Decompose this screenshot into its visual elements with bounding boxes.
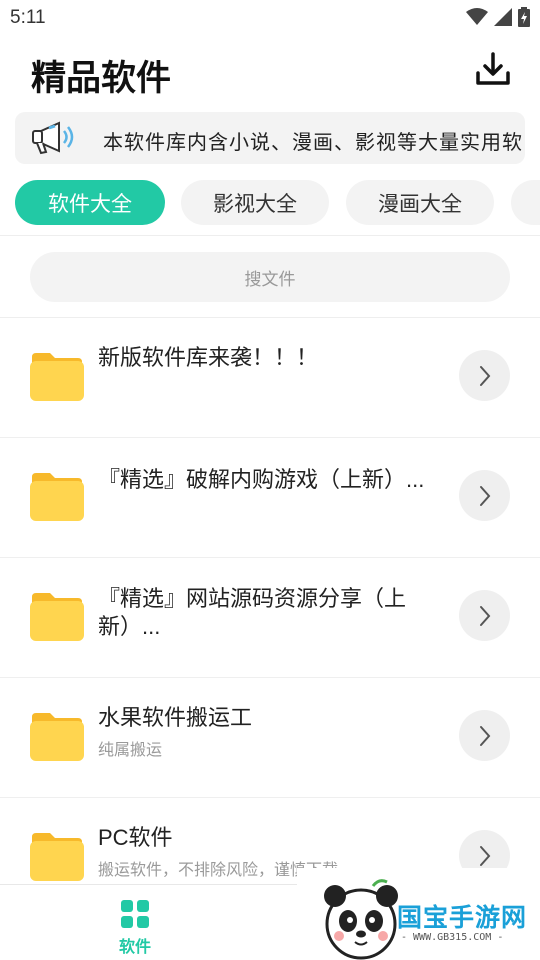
panda-logo bbox=[324, 879, 398, 960]
list-item-title: 『精选』网站源码资源分享（上新）... bbox=[98, 586, 407, 639]
chevron-right-icon bbox=[479, 485, 490, 506]
megaphone-icon bbox=[32, 121, 74, 155]
watermark: 国宝手游网 - WWW.GB315.COM - bbox=[297, 868, 540, 960]
tab-more[interactable] bbox=[511, 180, 540, 225]
list-item[interactable]: 水果软件搬运工 纯属搬运 bbox=[0, 678, 540, 798]
chevron-right-icon bbox=[479, 605, 490, 626]
watermark-text: 国宝手游网 bbox=[397, 904, 528, 932]
download-icon bbox=[476, 52, 510, 85]
chevron-right-icon bbox=[479, 365, 490, 386]
status-time: 5:11 bbox=[10, 7, 46, 28]
wifi-icon bbox=[466, 8, 488, 25]
list-item[interactable]: 『精选』破解内购游戏（上新）... bbox=[0, 438, 540, 558]
watermark-url: - WWW.GB315.COM - bbox=[401, 932, 504, 943]
list-item-title: PC软件 bbox=[98, 825, 173, 850]
open-button[interactable] bbox=[459, 350, 510, 401]
search-placeholder: 搜文件 bbox=[244, 269, 296, 289]
divider bbox=[0, 235, 540, 236]
notice-bar[interactable]: 本软件库内含小说、漫画、影视等大量实用软 bbox=[15, 112, 525, 164]
list-item-title: 新版软件库来袭！！！ bbox=[98, 345, 319, 370]
tab-comics[interactable]: 漫画大全 bbox=[346, 180, 494, 225]
list-item-title: 『精选』破解内购游戏（上新）... bbox=[98, 467, 425, 492]
tab-video[interactable]: 影视大全 bbox=[181, 180, 329, 225]
grid-icon bbox=[121, 900, 149, 928]
battery-icon bbox=[518, 7, 530, 27]
open-button[interactable] bbox=[459, 590, 510, 641]
open-button[interactable] bbox=[459, 470, 510, 521]
signal-icon bbox=[494, 8, 512, 26]
category-tabs: 软件大全 影视大全 漫画大全 bbox=[0, 180, 540, 226]
nav-label: 软件 bbox=[118, 939, 151, 956]
list-item[interactable]: 新版软件库来袭！！！ bbox=[0, 318, 540, 438]
status-icons bbox=[466, 7, 530, 27]
open-button[interactable] bbox=[459, 710, 510, 761]
folder-icon bbox=[30, 833, 84, 881]
header: 精品软件 bbox=[0, 40, 540, 104]
list-item[interactable]: 『精选』网站源码资源分享（上新）... bbox=[0, 558, 540, 678]
list-item-title: 水果软件搬运工 bbox=[98, 705, 253, 730]
folder-icon bbox=[30, 353, 84, 401]
notice-text: 本软件库内含小说、漫画、影视等大量实用软 bbox=[103, 132, 523, 154]
chevron-right-icon bbox=[479, 725, 490, 746]
page-title: 精品软件 bbox=[31, 59, 172, 98]
chevron-right-icon bbox=[479, 845, 490, 866]
download-button[interactable] bbox=[472, 48, 514, 90]
nav-item-software[interactable]: 软件 bbox=[105, 899, 165, 957]
status-bar: 5:11 bbox=[0, 0, 540, 36]
list-item-subtitle: 纯属搬运 bbox=[98, 742, 163, 759]
folder-icon bbox=[30, 473, 84, 521]
search-input[interactable]: 搜文件 bbox=[30, 252, 510, 302]
tab-software[interactable]: 软件大全 bbox=[15, 180, 165, 225]
folder-icon bbox=[30, 713, 84, 761]
folder-icon bbox=[30, 593, 84, 641]
